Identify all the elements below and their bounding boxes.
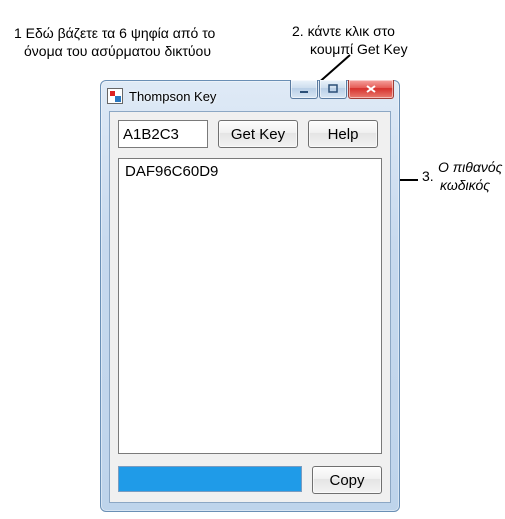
maximize-icon	[328, 84, 338, 94]
status-bar	[118, 466, 302, 492]
app-window: Thompson Key Get Key Help DAF96C60D9	[100, 80, 400, 512]
top-row: Get Key Help	[118, 120, 382, 148]
annotation-2-line2: κουμπί Get Key	[310, 40, 408, 59]
app-icon	[107, 88, 123, 104]
close-icon	[365, 84, 377, 94]
annotation-3-line2: κωδικός	[440, 176, 490, 195]
maximize-button[interactable]	[319, 80, 347, 99]
minimize-icon	[299, 84, 309, 94]
annotation-1-line2: όνομα του ασύρματου δικτύου	[24, 42, 211, 61]
digits-input[interactable]	[118, 120, 208, 148]
result-textarea[interactable]: DAF96C60D9	[118, 158, 382, 454]
help-button[interactable]: Help	[308, 120, 378, 148]
annotation-2-line1: 2. κάντε κλικ στο	[292, 22, 395, 41]
annotation-3-number: 3.	[422, 167, 434, 186]
annotation-3-line1: Ο πιθανός	[438, 158, 502, 177]
client-area: Get Key Help DAF96C60D9 Copy	[109, 111, 391, 503]
copy-button[interactable]: Copy	[312, 466, 382, 494]
annotation-1-line1: 1 Εδώ βάζετε τα 6 ψηφία από το	[14, 24, 215, 43]
close-button[interactable]	[348, 80, 394, 99]
bottom-row: Copy	[118, 466, 382, 494]
minimize-button[interactable]	[290, 80, 318, 99]
window-controls	[290, 80, 394, 99]
titlebar[interactable]: Thompson Key	[101, 81, 399, 111]
getkey-button[interactable]: Get Key	[218, 120, 298, 148]
